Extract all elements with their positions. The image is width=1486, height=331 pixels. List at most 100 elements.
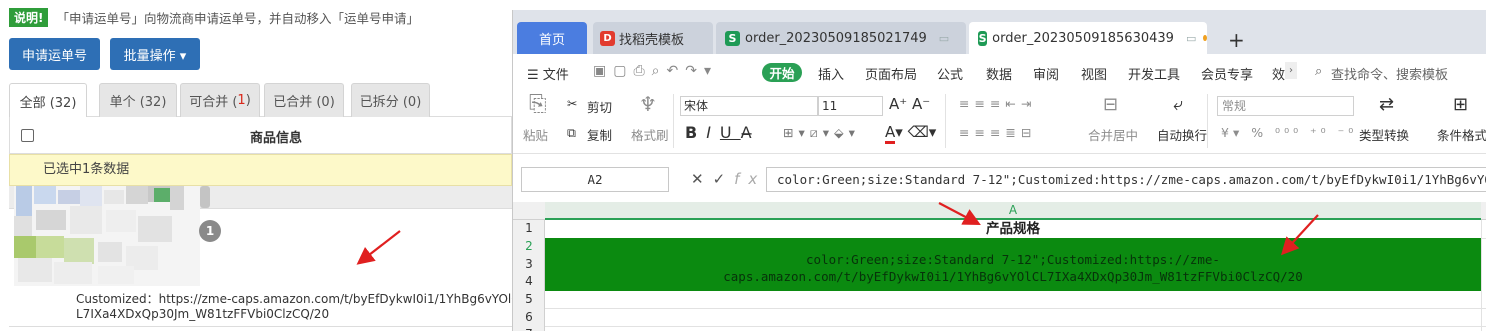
grid-line (1481, 220, 1482, 331)
cell-a1[interactable]: 产品规格 (545, 220, 1481, 238)
notice-text: 「申请运单号」向物流商申请运单号，并自动移入「运单号申请」 (56, 11, 419, 26)
tab-split[interactable]: 已拆分 (0) (351, 83, 430, 117)
tab-file-1-label: order_20230509185021749 (745, 30, 927, 46)
grid-line (545, 326, 1486, 327)
search-icon[interactable]: ⌕ (1315, 64, 1322, 79)
row-header[interactable]: 3 (513, 256, 545, 274)
menu-data[interactable]: 数据 (986, 64, 1012, 83)
apply-tracking-button[interactable]: 申请运单号 (9, 38, 100, 70)
quantity-badge: 1 (199, 220, 221, 242)
tab-template[interactable]: D 找稻壳模板 (593, 22, 713, 54)
format-painter-button[interactable]: 格式刷 (631, 125, 669, 144)
align-horizontal-icons[interactable]: ≡≡≡≣⊟ (959, 125, 1036, 140)
paste-button[interactable]: 粘贴 (523, 125, 548, 144)
font-style-icons[interactable]: BIUA̶ (685, 123, 761, 142)
cell-a2-line-2: caps.amazon.com/t/byEfDykwI0i1/1YhBg6vYO… (723, 269, 1303, 284)
menu-start[interactable]: 开始 (762, 63, 802, 82)
tab-mergeable-prefix: 可合并 ( (189, 95, 238, 110)
type-convert-icon[interactable]: ⇄ (1379, 94, 1394, 115)
cut-button[interactable]: 剪切 (587, 97, 612, 116)
row-header[interactable]: 4 (513, 273, 545, 291)
wps-spreadsheet-window: 首页 D 找稻壳模板 S order_20230509185021749 ▭ S… (512, 10, 1486, 331)
cell-a2-line-1: color:Green;size:Standard 7-12";Customiz… (806, 252, 1220, 267)
monitor-icon[interactable]: ▭ (1186, 32, 1196, 45)
menu-page-layout[interactable]: 页面布局 (865, 64, 917, 83)
ribbon-separator (945, 94, 946, 148)
number-format-icons[interactable]: ¥▾ % ⁰⁰⁰ ⁺⁰ ⁻⁰ (1221, 125, 1357, 140)
tab-merged[interactable]: 已合并 (0) (264, 83, 344, 117)
row-header-bar: 1 2 3 4 5 6 7 (513, 220, 545, 331)
customized-line-2: L7IXa4XDxQp30Jm_W81tzFFVbi0ClzCQ/20 (76, 307, 330, 321)
tab-file-1[interactable]: S order_20230509185021749 ▭ (716, 22, 966, 54)
menu-dev-tools[interactable]: 开发工具 (1128, 64, 1180, 83)
formula-input[interactable]: color:Green;size:Standard 7-12";Customiz… (766, 167, 1486, 192)
new-tab-plus-icon[interactable]: + (1228, 28, 1245, 52)
align-top-icons[interactable]: ≡≡≡⇤⇥ (959, 96, 1036, 111)
number-format-select[interactable]: 常规 (1217, 96, 1354, 116)
paste-icon[interactable]: ⎘ (529, 92, 547, 117)
cell-name-box[interactable]: A2 (521, 167, 669, 192)
notice-bar: 说明! 「申请运单号」向物流商申请运单号，并自动移入「运单号申请」 (9, 8, 419, 27)
grid-line (545, 308, 1486, 309)
column-product-info: 商品信息 (250, 131, 303, 146)
menu-view[interactable]: 视图 (1081, 64, 1107, 83)
column-header-a[interactable]: A (545, 202, 1481, 220)
ribbon-separator (1207, 94, 1208, 148)
spreadsheet-icon: S (978, 30, 988, 46)
customized-line-1: Customized：https://zme-caps.amazon.com/t… (76, 292, 512, 306)
spreadsheet-icon: S (725, 30, 740, 46)
font-name-select[interactable]: 宋体 (680, 96, 818, 116)
tab-file-2[interactable]: S order_20230509185630439 ▭ (969, 22, 1207, 54)
copy-button[interactable]: 复制 (587, 125, 612, 144)
chevron-right-icon[interactable]: › (1285, 62, 1297, 79)
row-header[interactable]: 6 (513, 309, 545, 327)
docer-icon: D (600, 30, 615, 46)
copy-icon[interactable]: ⧉ (567, 125, 576, 141)
menu-insert[interactable]: 插入 (818, 64, 844, 83)
type-convert-button[interactable]: 类型转换 (1359, 125, 1409, 144)
merge-cells-icon[interactable]: ⊟ (1103, 94, 1118, 115)
menu-formula[interactable]: 公式 (937, 64, 963, 83)
tab-mergeable-suffix: ) (245, 93, 251, 108)
wrap-text-icon[interactable]: ⤶ (1173, 94, 1183, 115)
menu-file[interactable]: ☰ 文件 (527, 64, 569, 83)
formula-bar: A2 ✕✓fx color:Green;size:Standard 7-12";… (513, 166, 1486, 194)
row-header[interactable]: 5 (513, 291, 545, 309)
row-header[interactable]: 7 (513, 326, 545, 331)
tab-all[interactable]: 全部 (32) (9, 83, 87, 118)
batch-operation-button[interactable]: 批量操作 ▾ (110, 38, 200, 70)
font-grow-icon[interactable]: A⁺ A⁻ (889, 95, 930, 113)
merge-center-button[interactable]: 合并居中 (1088, 125, 1138, 144)
wps-menu-bar: ☰ 文件 ▣▢⎙⌕↶↷▾ 开始 插入 页面布局 公式 数据 审阅 视图 开发工具… (513, 54, 1486, 88)
tab-mergeable-count: 1 (237, 93, 246, 108)
order-page: 说明! 「申请运单号」向物流商申请运单号，并自动移入「运单号申请」 申请运单号 … (0, 0, 512, 331)
border-fill-icons[interactable]: ⊞▾⧄▾⬙▾ (783, 125, 860, 141)
product-thumbnail[interactable] (14, 186, 210, 286)
tab-mergeable[interactable]: 可合并 (1) (180, 83, 260, 117)
table-header: 商品信息 (9, 117, 512, 154)
formula-action-icons[interactable]: ✕✓fx (691, 170, 766, 188)
row-header[interactable]: 1 (513, 220, 545, 238)
order-tabs: 全部 (32) 单个 (32) 可合并 (1) 已合并 (0) 已拆分 (0) (9, 81, 512, 118)
font-color-icon[interactable]: A▾ ⌫▾ (885, 123, 936, 144)
font-size-select[interactable]: 11 (818, 96, 883, 116)
spreadsheet-grid: A 1 2 3 4 5 6 7 产品规格 color:Green;size:St… (513, 202, 1486, 331)
menu-more[interactable]: 效 (1272, 64, 1285, 83)
command-search-input[interactable]: 查找命令、搜索模板 (1331, 64, 1448, 83)
conditional-format-button[interactable]: 条件格式 (1437, 125, 1486, 144)
tab-single[interactable]: 单个 (32) (99, 83, 177, 117)
tab-home[interactable]: 首页 (517, 22, 587, 54)
wrap-text-button[interactable]: 自动换行 (1157, 125, 1207, 144)
brush-icon[interactable]: ♆ (639, 92, 657, 116)
select-all-checkbox[interactable] (21, 129, 34, 142)
scissors-icon[interactable]: ✂ (567, 96, 577, 111)
notice-badge: 说明! (9, 8, 49, 27)
quick-access-icons[interactable]: ▣▢⎙⌕↶↷▾ (593, 63, 718, 79)
unsaved-dot-icon (1203, 35, 1207, 41)
monitor-icon[interactable]: ▭ (939, 32, 949, 45)
selection-status: 已选中1条数据 (9, 154, 512, 186)
menu-review[interactable]: 审阅 (1033, 64, 1059, 83)
menu-member[interactable]: 会员专享 (1201, 64, 1253, 83)
conditional-format-icon[interactable]: ⊞ (1453, 94, 1468, 115)
row-header[interactable]: 2 (513, 238, 545, 256)
